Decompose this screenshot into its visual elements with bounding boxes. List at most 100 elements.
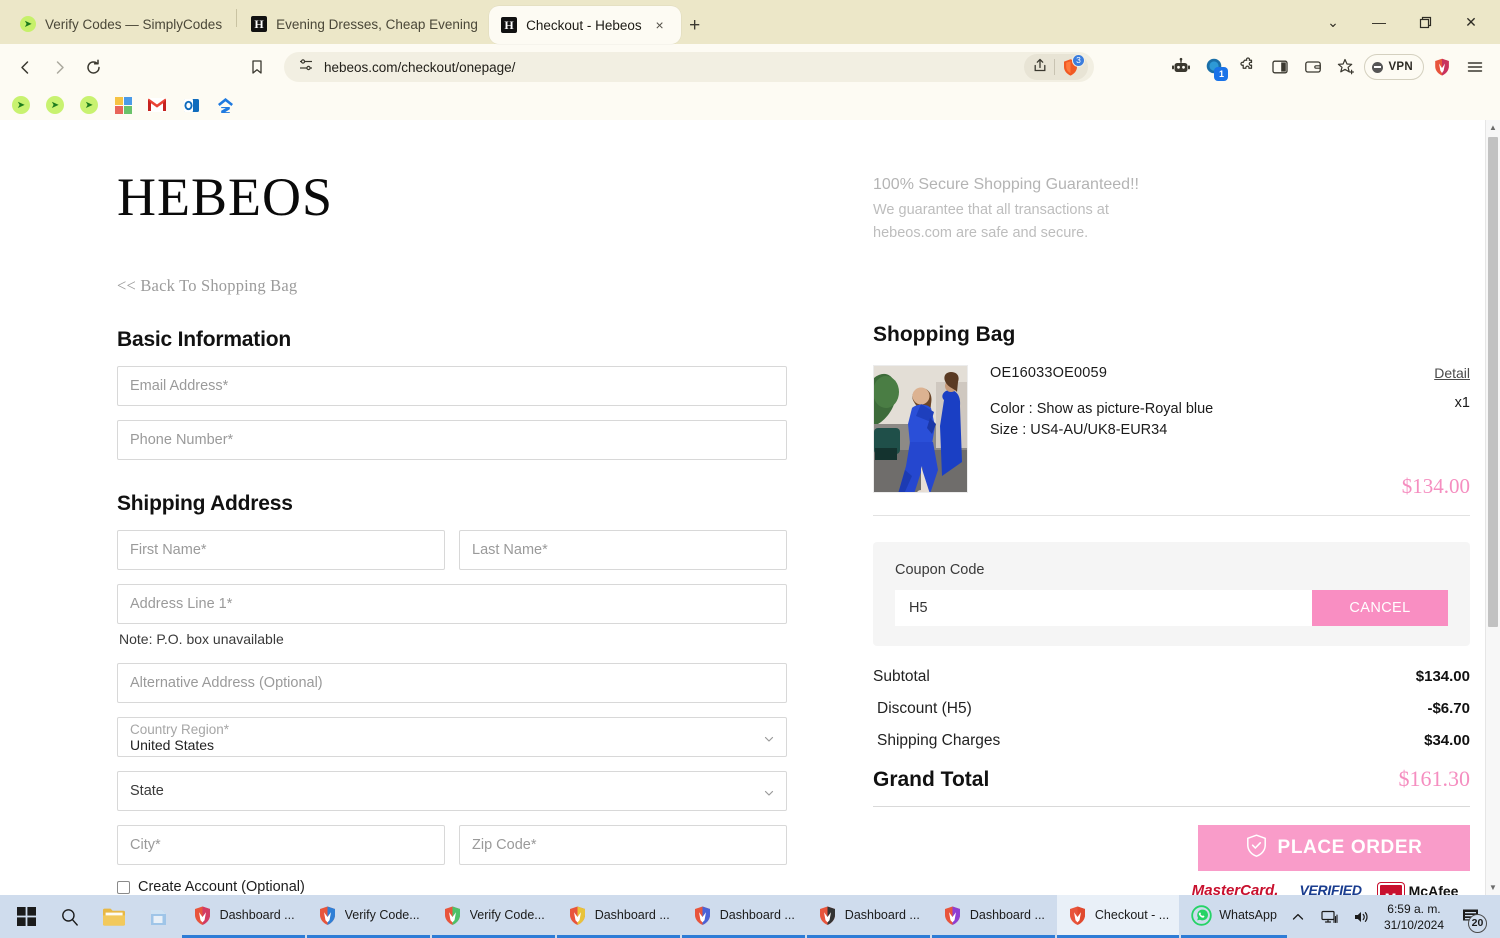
last-name-field[interactable]: Last Name*	[459, 530, 787, 570]
extension-count-icon[interactable]: 1	[1199, 52, 1229, 82]
new-tab-button[interactable]: +	[681, 12, 709, 40]
close-icon[interactable]: ×	[651, 16, 669, 34]
product-thumbnail[interactable]	[873, 365, 968, 493]
phone-field[interactable]: Phone Number*	[117, 420, 787, 460]
taskbar-app-verify-codes-1[interactable]: Verify Code...	[306, 895, 430, 938]
close-window-button[interactable]: ✕	[1448, 6, 1494, 38]
taskbar-app-dashboard-3[interactable]: Dashboard ...	[681, 895, 805, 938]
navigation-toolbar: hebeos.com/checkout/onepage/ 3 1 VPN	[0, 44, 1500, 90]
slides-bookmark-icon[interactable]	[114, 96, 132, 114]
volume-icon[interactable]	[1352, 907, 1372, 927]
order-summary-column: 100% Secure Shopping Guaranteed!! We gua…	[873, 148, 1470, 895]
create-account-checkbox-row[interactable]: Create Account (Optional)	[117, 879, 787, 895]
create-account-checkbox[interactable]	[117, 880, 130, 894]
reload-button[interactable]	[78, 52, 108, 82]
wallet-icon[interactable]	[1298, 52, 1328, 82]
secure-shopping-note: 100% Secure Shopping Guaranteed!! We gua…	[873, 176, 1470, 245]
show-hidden-icons-chevron-icon[interactable]	[1288, 907, 1308, 927]
back-button[interactable]	[10, 52, 40, 82]
secure-line-2: hebeos.com are safe and secure.	[873, 225, 1089, 241]
simplycodes-bookmark-3-icon[interactable]: ➤	[80, 96, 98, 114]
discount-value: -$6.70	[1427, 700, 1470, 717]
email-field[interactable]: Email Address*	[117, 366, 787, 406]
taskbar-app-label: Verify Code...	[469, 908, 545, 922]
zip-code-field[interactable]: Zip Code*	[459, 825, 787, 865]
brave-shields-icon[interactable]: 3	[1061, 53, 1085, 77]
search-icon[interactable]	[48, 895, 92, 938]
coupon-cancel-button[interactable]: CANCEL	[1312, 590, 1448, 626]
clock-time: 6:59 a. m.	[1387, 901, 1441, 916]
taskbar-app-verify-codes-2[interactable]: Verify Code...	[431, 895, 555, 938]
browser-menu-icon[interactable]	[1460, 52, 1490, 82]
minimize-button[interactable]: —	[1356, 6, 1402, 38]
taskbar-app-label: WhatsApp	[1219, 908, 1277, 922]
bag-item: OE16033OE0059 Detail Color : Show as pic…	[873, 365, 1470, 498]
site-settings-icon[interactable]	[298, 57, 314, 78]
product-detail-link[interactable]: Detail	[1434, 365, 1470, 381]
mcafee-line-1: McAfee	[1408, 883, 1459, 895]
product-size: Size : US4-AU/UK8-EUR34	[990, 422, 1168, 438]
start-button[interactable]	[4, 895, 48, 938]
notification-center-button[interactable]: 20	[1456, 902, 1487, 933]
url-text[interactable]: hebeos.com/checkout/onepage/	[324, 60, 1014, 75]
leo-ai-robot-icon[interactable]	[1166, 52, 1196, 82]
taskbar-clock[interactable]: 6:59 a. m. 31/10/2024	[1384, 901, 1444, 933]
brave-lion-icon	[942, 905, 963, 926]
country-region-select[interactable]: Country Region* United States	[117, 717, 787, 757]
taskbar-app-checkout[interactable]: Checkout - ...	[1056, 895, 1180, 938]
gmail-bookmark-icon[interactable]	[148, 96, 166, 114]
taskbar-app-whatsapp[interactable]: WhatsApp	[1181, 895, 1287, 938]
alternative-address-placeholder: Alternative Address (Optional)	[130, 675, 323, 691]
state-select[interactable]: State	[117, 771, 787, 811]
shield-check-icon	[1246, 833, 1267, 863]
rewards-star-icon[interactable]	[1331, 52, 1361, 82]
taskbar-app-label: Dashboard ...	[844, 908, 920, 922]
share-icon[interactable]	[1032, 57, 1048, 78]
city-field[interactable]: City*	[117, 825, 445, 865]
maximize-button[interactable]	[1402, 6, 1448, 38]
taskbar-app-label: Dashboard ...	[219, 908, 295, 922]
name-row: First Name* Last Name*	[117, 530, 787, 584]
bookmark-icon[interactable]	[242, 52, 272, 82]
tab-search-chevron-icon[interactable]: ⌄	[1310, 6, 1356, 38]
back-to-shopping-bag-link[interactable]: << Back To Shopping Bag	[117, 276, 787, 296]
taskbar-app-dashboard-5[interactable]: Dashboard ...	[931, 895, 1055, 938]
tab-simplycodes[interactable]: ➤ Verify Codes — SimplyCodes	[8, 6, 234, 42]
tab-evening-dresses[interactable]: H Evening Dresses, Cheap Evening Go	[239, 6, 489, 42]
scroll-down-arrow-icon[interactable]: ▼	[1486, 880, 1500, 895]
tab-checkout-hebeos[interactable]: H Checkout - Hebeos ×	[489, 6, 681, 44]
coupon-input[interactable]: H5	[895, 590, 1312, 626]
product-price: $134.00	[1401, 474, 1470, 498]
brave-profile-icon[interactable]	[1427, 52, 1457, 82]
brave-lion-icon	[192, 905, 213, 926]
page-scrollbar[interactable]: ▲ ▼	[1485, 120, 1500, 895]
scroll-up-arrow-icon[interactable]: ▲	[1486, 120, 1500, 135]
hebeos-logo: HEBEOS	[117, 167, 334, 227]
taskbar-app-dashboard-1[interactable]: Dashboard ...	[181, 895, 305, 938]
vpn-toggle-button[interactable]: VPN	[1364, 54, 1424, 80]
zillow-bookmark-icon[interactable]	[216, 96, 234, 114]
address-bar[interactable]: hebeos.com/checkout/onepage/ 3	[284, 52, 1094, 82]
taskbar-app-dashboard-2[interactable]: Dashboard ...	[556, 895, 680, 938]
taskbar-app-dashboard-4[interactable]: Dashboard ...	[806, 895, 930, 938]
forward-button[interactable]	[44, 52, 74, 82]
simplycodes-bookmark-1-icon[interactable]: ➤	[12, 96, 30, 114]
sidebar-icon[interactable]	[1265, 52, 1295, 82]
simplycodes-bookmark-2-icon[interactable]: ➤	[46, 96, 64, 114]
last-name-placeholder: Last Name*	[472, 542, 548, 558]
grand-total-divider	[873, 806, 1470, 807]
phone-placeholder: Phone Number*	[130, 432, 234, 448]
scrollbar-thumb[interactable]	[1488, 137, 1498, 627]
taskbar-app-label: Verify Code...	[344, 908, 420, 922]
place-order-button[interactable]: PLACE ORDER	[1198, 825, 1470, 871]
alternative-address-field[interactable]: Alternative Address (Optional)	[117, 663, 787, 703]
first-name-field[interactable]: First Name*	[117, 530, 445, 570]
address-line-1-field[interactable]: Address Line 1*	[117, 584, 787, 624]
state-placeholder: State	[130, 783, 164, 799]
extension-puzzle-icon[interactable]	[1232, 52, 1262, 82]
outlook-bookmark-icon[interactable]	[182, 96, 200, 114]
file-explorer-icon[interactable]	[92, 895, 136, 938]
store-icon[interactable]	[136, 895, 180, 938]
network-icon[interactable]	[1320, 907, 1340, 927]
secure-line-1: We guarantee that all transactions at	[873, 202, 1109, 218]
